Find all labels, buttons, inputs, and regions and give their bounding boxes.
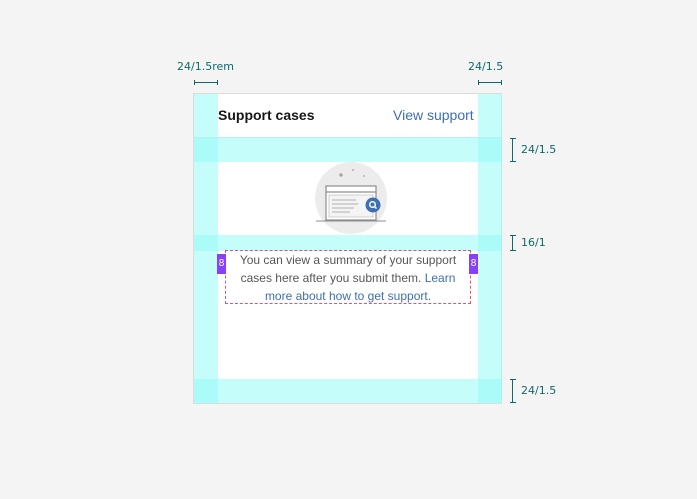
header-gap-annotation: 24/1.5	[521, 143, 557, 156]
image-gap-marker	[510, 235, 516, 251]
empty-state-message: You can view a summary of your support c…	[234, 251, 462, 305]
header-divider	[194, 137, 502, 138]
left-spacing-tag: 8	[217, 254, 226, 274]
bottom-padding-highlight	[194, 379, 502, 403]
bottom-padding-annotation: 24/1.5	[521, 384, 557, 397]
support-window-search-icon	[314, 162, 388, 236]
header-gap-marker	[510, 138, 516, 162]
right-padding-marker	[478, 80, 502, 85]
header-gap-highlight	[194, 138, 502, 162]
card-title: Support cases	[218, 107, 315, 123]
left-padding-marker	[194, 80, 218, 85]
image-gap-annotation: 16/1	[521, 236, 546, 249]
right-padding-annotation: 24/1.5	[468, 60, 504, 73]
view-support-link[interactable]: View support	[393, 107, 474, 123]
bottom-padding-marker	[510, 379, 516, 403]
left-padding-annotation: 24/1.5rem	[177, 60, 234, 73]
image-gap-highlight	[194, 235, 502, 251]
right-spacing-tag: 8	[469, 254, 478, 274]
